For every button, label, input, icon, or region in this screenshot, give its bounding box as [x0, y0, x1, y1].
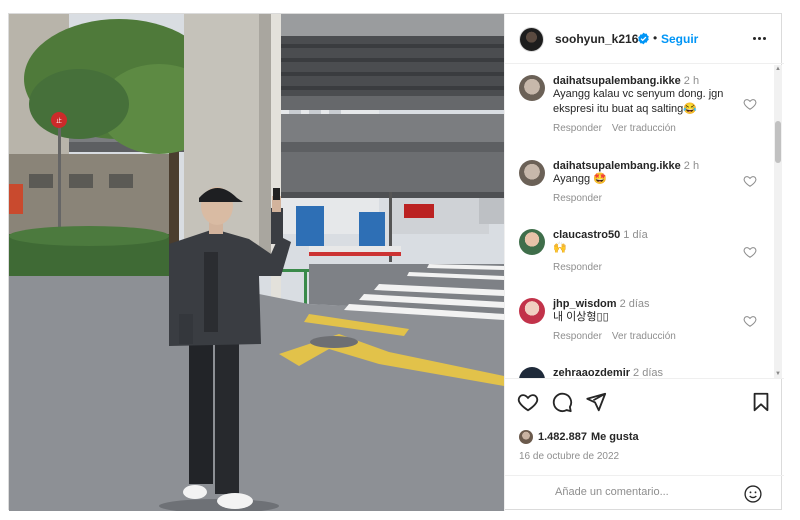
post-date: 16 de octubre de 2022	[519, 451, 620, 462]
reply-button[interactable]: Responder	[553, 331, 602, 342]
comment-time: 2 h	[683, 75, 700, 87]
comment-heart-icon[interactable]	[743, 174, 757, 188]
scroll-up-arrow-icon[interactable]: ▲	[774, 65, 782, 73]
heart-icon[interactable]	[517, 391, 539, 413]
comment-username[interactable]: jhp_wisdom	[553, 298, 617, 310]
comment-username[interactable]: daihatsupalembang.ikke	[553, 160, 681, 172]
scroll-thumb[interactable]	[775, 121, 781, 163]
add-comment-bar	[505, 475, 784, 512]
instagram-post-modal: 止 soohyun_k216 • Seguir daihatsupalemban…	[8, 13, 784, 511]
comment-avatar[interactable]	[519, 75, 545, 101]
comment-avatar[interactable]	[519, 229, 545, 255]
author-avatar[interactable]	[519, 27, 544, 52]
comment-input[interactable]	[555, 486, 735, 498]
comments-list[interactable]: daihatsupalembang.ikke 2 h Ayangg kalau v…	[505, 65, 784, 378]
comment-heart-icon[interactable]	[743, 314, 757, 328]
comment-time: 1 día	[623, 229, 648, 241]
likes-row[interactable]: 1.482.887 Me gusta	[519, 429, 639, 445]
liker-avatar	[519, 430, 533, 444]
comment-icon[interactable]	[551, 391, 573, 413]
comment-text: Ayangg kalau vc senyum dong. jgn ekspres…	[553, 88, 724, 115]
more-options-icon[interactable]	[749, 28, 769, 48]
reply-button[interactable]: Responder	[553, 262, 602, 273]
comment-time: 2 días	[619, 298, 650, 310]
translate-button[interactable]: Ver traducción	[612, 331, 676, 342]
comment-username[interactable]: claucastro50	[553, 229, 620, 241]
translate-button[interactable]: Ver traducción	[612, 123, 676, 134]
author-username[interactable]: soohyun_k216	[555, 32, 638, 46]
smiley-icon[interactable]	[743, 484, 763, 504]
comment-text: 🙌	[553, 242, 567, 254]
comment-avatar[interactable]	[519, 298, 545, 324]
header-separator: •	[653, 31, 658, 45]
follow-button[interactable]: Seguir	[661, 32, 698, 46]
scroll-down-arrow-icon[interactable]: ▼	[774, 370, 782, 378]
post-header: soohyun_k216 • Seguir	[505, 14, 784, 64]
comments-scrollbar[interactable]: ▲ ▼	[774, 65, 782, 378]
comment-heart-icon[interactable]	[743, 97, 757, 111]
likes-label: Me gusta	[590, 431, 639, 443]
comment-time: 2 h	[683, 160, 700, 172]
comment-username[interactable]: daihatsupalembang.ikke	[553, 75, 681, 87]
comment-username[interactable]: zehraaozdemir	[553, 367, 630, 378]
street-photo-illustration: 止	[9, 14, 504, 511]
paper-plane-icon[interactable]	[585, 391, 607, 413]
likes-count: 1.482.887	[538, 431, 587, 443]
comment-avatar[interactable]	[519, 160, 545, 186]
bookmark-icon[interactable]	[750, 391, 772, 413]
comment-text: 내 이상형▯▯	[553, 311, 609, 323]
comment-heart-icon[interactable]	[743, 245, 757, 259]
verified-badge-icon	[638, 32, 649, 45]
post-photo: 止	[9, 14, 504, 511]
comment-text: Ayangg 🤩	[553, 173, 607, 185]
reply-button[interactable]: Responder	[553, 193, 602, 204]
reply-button[interactable]: Responder	[553, 123, 602, 134]
post-side-panel: soohyun_k216 • Seguir daihatsupalembang.…	[504, 14, 784, 511]
post-action-bar: 1.482.887 Me gusta 16 de octubre de 2022	[505, 378, 784, 511]
comment-time: 2 días	[633, 367, 663, 378]
stop-sign-text: 止	[56, 117, 62, 125]
comment-avatar[interactable]	[519, 367, 545, 378]
